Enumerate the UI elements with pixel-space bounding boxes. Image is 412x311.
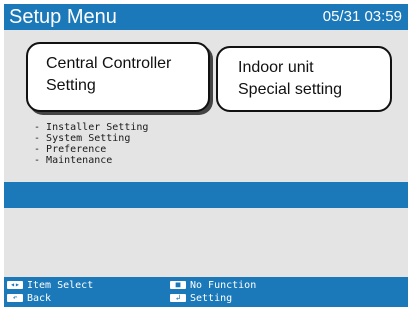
setup-menu-list: Installer Setting System Setting Prefere… — [34, 122, 148, 166]
center-button-icon: ■ — [170, 281, 186, 289]
indoor-unit-label-line1: Indoor unit — [238, 59, 314, 76]
indoor-unit-label-line2: Special setting — [238, 81, 343, 98]
hint-no-function: ■ No Function — [170, 280, 256, 292]
menu-item-preference[interactable]: Preference — [34, 144, 148, 155]
selection-highlight-bar — [4, 182, 408, 208]
central-controller-label-line1: Central Controller — [46, 55, 172, 72]
hint-setting: ↲ Setting — [170, 293, 232, 305]
left-right-arrow-icon: ◂▸ — [7, 281, 23, 289]
hint-item-select: ◂▸ Item Select — [7, 280, 93, 292]
menu-item-system-setting[interactable]: System Setting — [34, 133, 148, 144]
hint-setting-label: Setting — [190, 293, 233, 304]
central-controller-setting-button[interactable]: Central Controller Setting — [26, 42, 210, 112]
lcd-screen: Setup Menu 05/31 03:59 Central Controlle… — [4, 4, 408, 307]
page-title: Setup Menu — [9, 6, 117, 28]
central-controller-label-line2: Setting — [46, 77, 96, 94]
key-guide-bar: ◂▸ Item Select ↶ Back ■ No Function ↲ Settin… — [4, 277, 408, 307]
indoor-unit-special-setting-button[interactable]: Indoor unit Special setting — [216, 46, 392, 112]
back-icon: ↶ — [7, 294, 23, 302]
title-bar: Setup Menu 05/31 03:59 — [4, 4, 408, 30]
menu-item-maintenance[interactable]: Maintenance — [34, 155, 148, 166]
hint-back: ↶ Back — [7, 293, 51, 305]
hint-no-function-label: No Function — [190, 280, 257, 291]
datetime-display: 05/31 03:59 — [322, 8, 402, 25]
menu-item-installer-setting[interactable]: Installer Setting — [34, 122, 148, 133]
hint-back-label: Back — [27, 293, 52, 304]
enter-arrow-icon: ↲ — [170, 294, 186, 302]
hint-item-select-label: Item Select — [27, 280, 94, 291]
